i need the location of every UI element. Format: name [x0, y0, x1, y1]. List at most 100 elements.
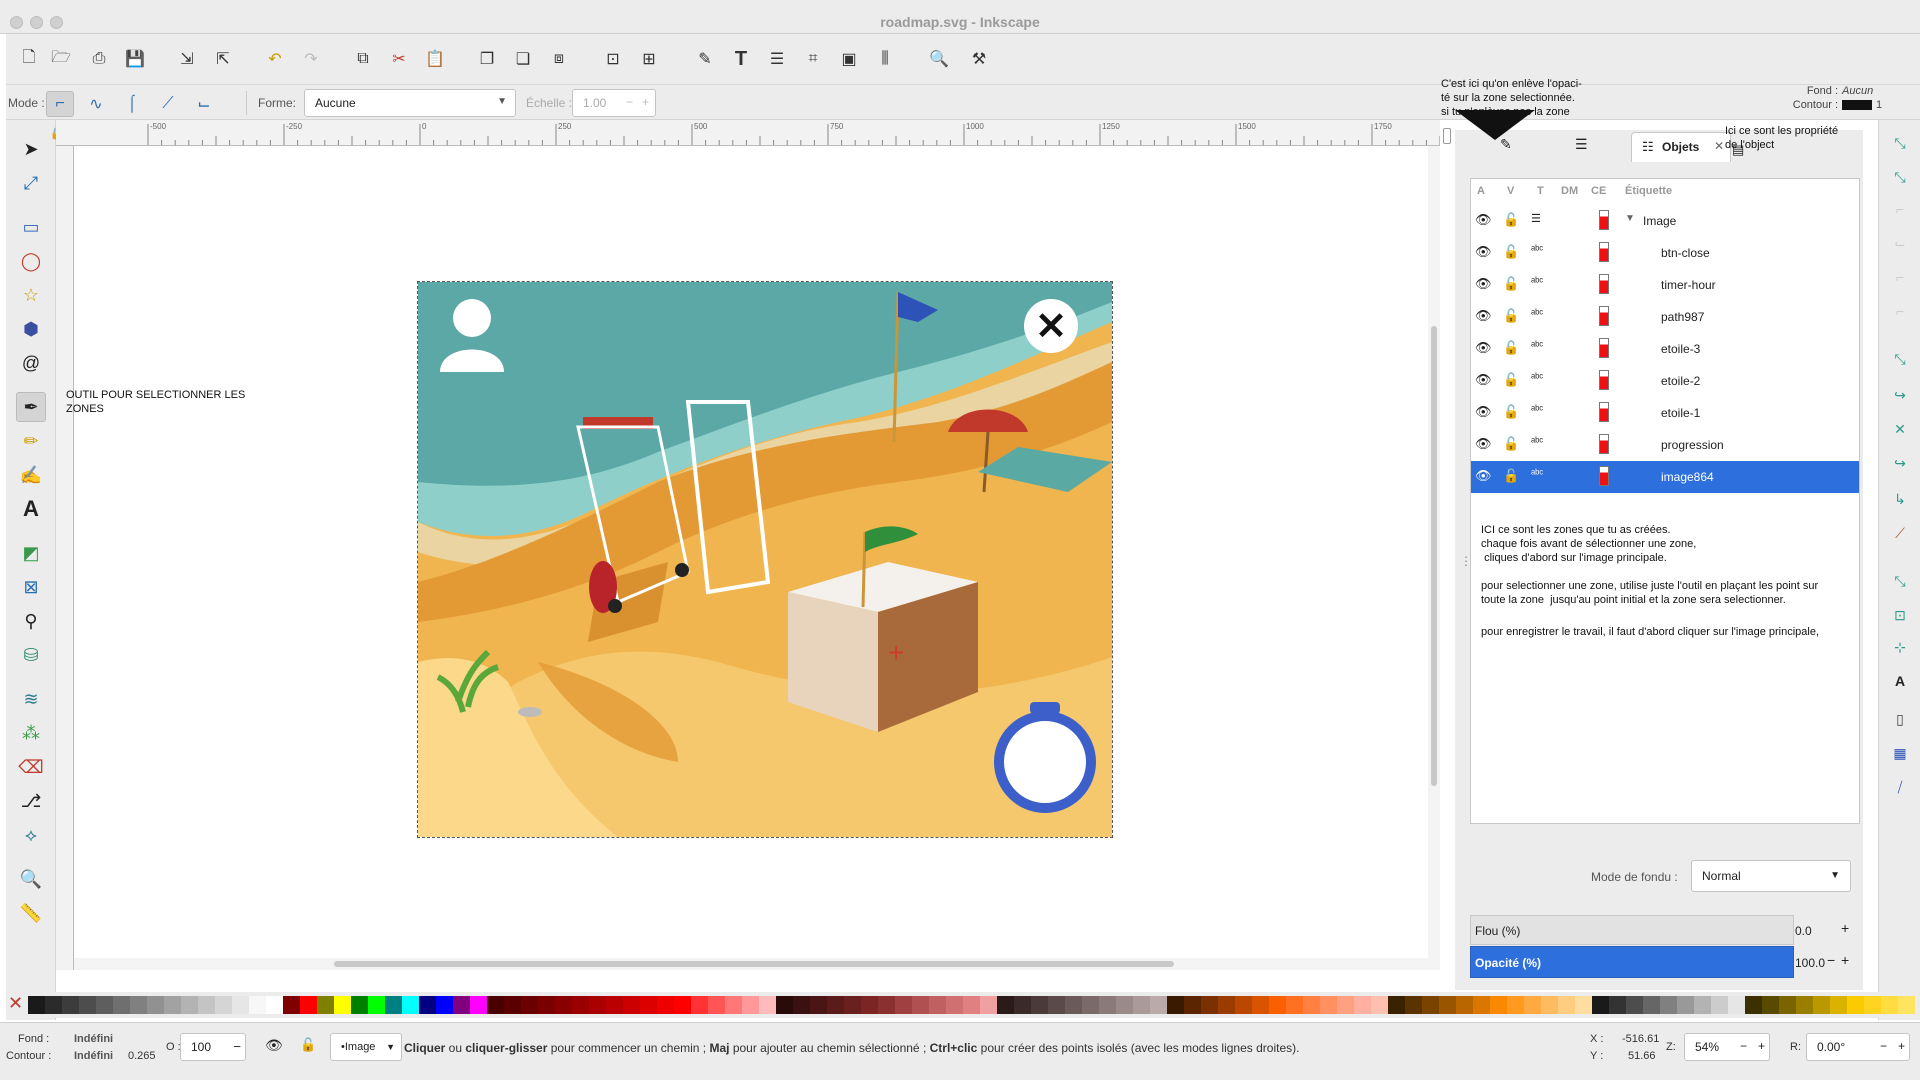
- color-swatch[interactable]: [1456, 996, 1473, 1014]
- zoom-minus-icon[interactable]: −: [1740, 1039, 1747, 1053]
- color-swatch[interactable]: [878, 996, 895, 1014]
- color-swatch[interactable]: [572, 996, 589, 1014]
- lock-icon[interactable]: 🔓: [1503, 340, 1519, 356]
- no-color-icon[interactable]: ✕: [8, 994, 24, 1014]
- color-swatch[interactable]: [1167, 996, 1184, 1014]
- visibility-eye-icon[interactable]: 👁: [1475, 276, 1492, 292]
- color-swatch[interactable]: [1762, 996, 1779, 1014]
- color-swatch[interactable]: [1626, 996, 1643, 1014]
- new-document-icon[interactable]: 🗋: [16, 46, 42, 72]
- spiral-tool-icon[interactable]: @: [16, 348, 46, 378]
- color-swatch[interactable]: [742, 996, 759, 1014]
- status-contour-width[interactable]: 0.265: [128, 1050, 156, 1062]
- color-swatch[interactable]: [1354, 996, 1371, 1014]
- snap-smooth-icon[interactable]: ↳: [1887, 486, 1913, 512]
- expand-triangle-icon[interactable]: ▼: [1625, 213, 1635, 224]
- color-swatch[interactable]: [1779, 996, 1796, 1014]
- document-properties-icon[interactable]: ▣: [836, 46, 862, 72]
- opacity-plus-icon[interactable]: +: [1841, 952, 1849, 968]
- color-swatch[interactable]: [470, 996, 487, 1014]
- color-swatch[interactable]: [1847, 996, 1864, 1014]
- color-swatch[interactable]: [1439, 996, 1456, 1014]
- color-swatch[interactable]: [691, 996, 708, 1014]
- zoom-tool-icon[interactable]: 🔍: [16, 864, 46, 894]
- clip-mask-swatch[interactable]: [1599, 338, 1609, 358]
- snap-bbox-icon[interactable]: ⤡: [1887, 164, 1913, 190]
- snap-nodes-icon[interactable]: ⤡: [1887, 346, 1913, 372]
- color-swatch[interactable]: [521, 996, 538, 1014]
- color-swatch[interactable]: [1014, 996, 1031, 1014]
- cut-icon[interactable]: ✂: [386, 46, 412, 72]
- color-swatch[interactable]: [1524, 996, 1541, 1014]
- eraser-tool-icon[interactable]: ⌫: [16, 752, 46, 782]
- color-swatch[interactable]: [946, 996, 963, 1014]
- polyline-mode-button[interactable]: ⟋: [154, 91, 182, 117]
- snap-intersection-icon[interactable]: ✕: [1887, 416, 1913, 442]
- ungroup-icon[interactable]: ⊞: [636, 46, 662, 72]
- visibility-eye-icon[interactable]: 👁: [1475, 436, 1492, 452]
- color-swatch[interactable]: [28, 996, 45, 1014]
- clip-mask-swatch[interactable]: [1599, 370, 1609, 390]
- paste-icon[interactable]: 📋: [422, 46, 448, 72]
- clip-mask-swatch[interactable]: [1599, 210, 1609, 230]
- save-icon[interactable]: 💾: [122, 46, 148, 72]
- color-swatch[interactable]: [402, 996, 419, 1014]
- snap-midpoint-icon[interactable]: ⟋: [1887, 520, 1913, 546]
- star-tool-icon[interactable]: ☆: [16, 280, 46, 310]
- preferences-icon[interactable]: ⚒: [966, 46, 992, 72]
- color-swatch[interactable]: [1303, 996, 1320, 1014]
- rotation-plus-icon[interactable]: +: [1898, 1039, 1905, 1053]
- lock-icon[interactable]: 🔓: [1503, 308, 1519, 324]
- copy-icon[interactable]: ⧉: [350, 46, 376, 72]
- spray-tool-icon[interactable]: ⁂: [16, 718, 46, 748]
- color-swatch[interactable]: [1541, 996, 1558, 1014]
- color-swatch[interactable]: [759, 996, 776, 1014]
- color-swatch[interactable]: [1337, 996, 1354, 1014]
- print-icon[interactable]: ⎙: [86, 46, 112, 72]
- snap-grid-icon[interactable]: ▦: [1887, 740, 1913, 766]
- opacity-slider[interactable]: Opacité (%): [1470, 946, 1794, 978]
- layer-lock-icon[interactable]: 🔓: [300, 1037, 316, 1053]
- tweak-tool-icon[interactable]: ≋: [16, 684, 46, 714]
- color-swatch[interactable]: [317, 996, 334, 1014]
- calligraphy-tool-icon[interactable]: ✍: [16, 460, 46, 490]
- color-swatch[interactable]: [1796, 996, 1813, 1014]
- color-swatch[interactable]: [1473, 996, 1490, 1014]
- color-swatch[interactable]: [1099, 996, 1116, 1014]
- undo-icon[interactable]: ↶: [262, 46, 288, 72]
- minus-icon[interactable]: −: [233, 1039, 241, 1054]
- clone-icon[interactable]: ❏: [510, 46, 536, 72]
- snap-cusp-icon[interactable]: ↪: [1887, 450, 1913, 476]
- bspline-mode-button[interactable]: ⌠: [118, 91, 146, 117]
- snap-page-border-icon[interactable]: ▯: [1887, 706, 1913, 732]
- color-swatch[interactable]: [1592, 996, 1609, 1014]
- visibility-eye-icon[interactable]: 👁: [1475, 212, 1492, 228]
- lock-icon[interactable]: 🔓: [1503, 468, 1519, 484]
- color-swatch[interactable]: [1881, 996, 1898, 1014]
- unlink-clone-icon[interactable]: ⧈: [546, 46, 572, 72]
- rotation-field[interactable]: 0.00° − +: [1806, 1033, 1910, 1061]
- color-swatch[interactable]: [1864, 996, 1881, 1014]
- color-swatch[interactable]: [640, 996, 657, 1014]
- lock-icon[interactable]: 🔓: [1503, 372, 1519, 388]
- color-swatch[interactable]: [1405, 996, 1422, 1014]
- visibility-eye-icon[interactable]: 👁: [1475, 468, 1492, 484]
- clip-mask-swatch[interactable]: [1599, 274, 1609, 294]
- fill-stroke-icon[interactable]: ✎: [692, 46, 718, 72]
- spiro-mode-button[interactable]: ∿: [82, 91, 110, 117]
- gradient-tool-icon[interactable]: ◩: [16, 538, 46, 568]
- clip-mask-swatch[interactable]: [1599, 306, 1609, 326]
- color-swatch[interactable]: [181, 996, 198, 1014]
- blur-value[interactable]: 0.0: [1795, 924, 1812, 938]
- clip-mask-swatch[interactable]: [1599, 466, 1609, 486]
- snap-text-baseline-icon[interactable]: A: [1887, 668, 1913, 694]
- color-swatch[interactable]: [1575, 996, 1592, 1014]
- color-swatch[interactable]: [810, 996, 827, 1014]
- measure-tool-icon[interactable]: 📏: [16, 898, 46, 928]
- selector-tool-icon[interactable]: ➤: [16, 134, 46, 164]
- color-swatch[interactable]: [555, 996, 572, 1014]
- color-swatch[interactable]: [1133, 996, 1150, 1014]
- color-swatch[interactable]: [113, 996, 130, 1014]
- align-distribute-icon[interactable]: ⫼: [872, 46, 898, 72]
- color-swatch[interactable]: [1269, 996, 1286, 1014]
